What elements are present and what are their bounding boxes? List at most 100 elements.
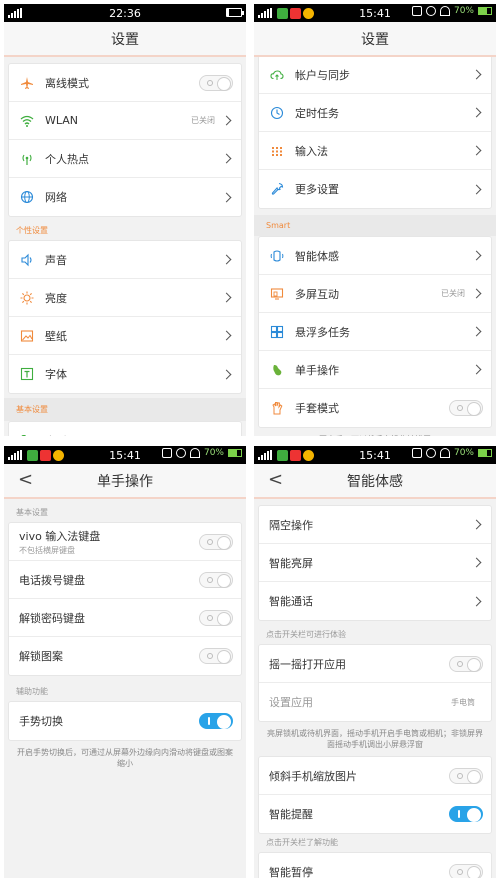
airplane-icon bbox=[19, 75, 35, 91]
battery-icon bbox=[478, 7, 492, 15]
settings-item-label: 壁纸 bbox=[45, 329, 67, 343]
settings-group-smart: 智能体感 多屏互动 已关闭 悬浮多任务 单手操作 手套模式 bbox=[258, 236, 492, 428]
section-header-try: 点击开关栏可进行体验 bbox=[266, 630, 346, 639]
smart-motion-screen: 15:41 70% < 智能体感 隔空操作 智能亮屏 智能通话 点击开关栏可进行… bbox=[254, 446, 496, 878]
wlan-status: 已关闭 bbox=[191, 116, 215, 125]
settings-item-shake-open-app[interactable]: 摇一摇打开应用 bbox=[259, 645, 491, 683]
smart-reminder-toggle[interactable] bbox=[449, 806, 483, 822]
settings-item-unlock-pin-keyboard[interactable]: 解锁密码键盘 bbox=[9, 599, 241, 637]
settings-item-unlock-pattern[interactable]: 解锁图案 bbox=[9, 637, 241, 675]
dialer-keyboard-toggle[interactable] bbox=[199, 571, 233, 588]
settings-item-airplane-mode[interactable]: 离线模式 bbox=[9, 64, 241, 102]
settings-item-scheduled-tasks[interactable]: 定时任务 bbox=[259, 94, 491, 132]
settings-item-glove-mode[interactable]: 手套模式 bbox=[259, 389, 491, 427]
status-time: 22:36 bbox=[109, 6, 141, 20]
settings-item-smart-wake[interactable]: 智能亮屏 bbox=[259, 544, 491, 582]
settings-item-more-settings[interactable]: 更多设置 bbox=[259, 170, 491, 208]
battery-icon bbox=[228, 449, 242, 457]
status-right-icons: 70% bbox=[411, 448, 492, 458]
smart-pause-toggle[interactable] bbox=[449, 864, 483, 878]
gesture-switch-note: 开启手势切换后，可通过从屏幕外边缘向内滑动将键盘或图案缩小 bbox=[17, 748, 233, 768]
wifi-icon bbox=[439, 448, 450, 458]
gesture-switch-toggle[interactable] bbox=[199, 713, 233, 729]
settings-item-label: 声音 bbox=[45, 253, 67, 267]
settings-group-more: 倾斜手机缩放图片 智能提醒 bbox=[258, 756, 492, 834]
unlock-pin-toggle[interactable] bbox=[199, 609, 233, 626]
settings-item-label: 电话 bbox=[45, 433, 223, 436]
page-title: 智能体感 bbox=[347, 473, 403, 490]
silent-icon bbox=[411, 448, 422, 458]
chevron-right-icon bbox=[471, 596, 482, 606]
settings-item-dialer-keyboard[interactable]: 电话拨号键盘 bbox=[9, 561, 241, 599]
shake-open-app-toggle[interactable] bbox=[449, 655, 483, 672]
wifi-icon bbox=[439, 6, 450, 16]
section-header-basic: 基本设置 bbox=[4, 398, 246, 421]
settings-item-gesture-switch[interactable]: 手势切换 bbox=[9, 702, 241, 740]
settings-item-tilt-zoom[interactable]: 倾斜手机缩放图片 bbox=[259, 757, 491, 795]
settings-item-wlan[interactable]: WLAN 已关闭 bbox=[9, 102, 241, 140]
settings-item-smart-motion[interactable]: 智能体感 bbox=[259, 237, 491, 275]
settings-item-label: 单手操作 bbox=[295, 363, 339, 377]
settings-item-label: 智能提醒 bbox=[269, 808, 313, 821]
title-bar: 设置 bbox=[4, 22, 246, 57]
settings-item-smart-reminder[interactable]: 智能提醒 bbox=[259, 795, 491, 833]
settings-item-account-sync[interactable]: 帐户与同步 bbox=[259, 56, 491, 94]
settings-item-network[interactable]: 网络 bbox=[9, 178, 241, 216]
settings-item-wallpaper[interactable]: 壁纸 bbox=[9, 317, 241, 355]
chevron-right-icon bbox=[221, 369, 232, 379]
settings-item-label: WLAN bbox=[45, 114, 79, 127]
settings-item-floating-multitask[interactable]: 悬浮多任务 bbox=[259, 313, 491, 351]
hotspot-icon bbox=[19, 151, 35, 167]
settings-item-input-method[interactable]: 输入法 bbox=[259, 132, 491, 170]
chevron-right-icon bbox=[471, 557, 482, 568]
glove-icon bbox=[269, 400, 285, 416]
settings-item-label: 电话拨号键盘 bbox=[19, 573, 85, 587]
tilt-zoom-toggle[interactable] bbox=[449, 767, 483, 784]
unlock-pattern-toggle[interactable] bbox=[199, 648, 233, 664]
settings-item-brightness[interactable]: 亮度 bbox=[9, 279, 241, 317]
settings-item-smart-pause[interactable]: 智能暂停 bbox=[259, 853, 491, 878]
status-bar: 15:41 70% bbox=[4, 446, 246, 464]
cloud-sync-icon bbox=[269, 67, 285, 83]
settings-group-system: 帐户与同步 定时任务 输入法 更多设置 bbox=[258, 55, 492, 209]
settings-item-phone[interactable]: 电话 bbox=[9, 422, 241, 436]
settings-item-label: vivo 输入法键盘 bbox=[19, 529, 101, 543]
settings-item-sound[interactable]: 声音 bbox=[9, 241, 241, 279]
float-task-icon bbox=[269, 324, 285, 340]
settings-item-air-gesture[interactable]: 隔空操作 bbox=[259, 506, 491, 544]
vivo-keyboard-toggle[interactable] bbox=[199, 533, 233, 550]
one-hand-operation-screen: 15:41 70% < 单手操作 基本设置 vivo 输入法键盘 不包括横屏键盘… bbox=[4, 446, 246, 878]
wallpaper-icon bbox=[19, 328, 35, 344]
glove-mode-toggle[interactable] bbox=[449, 400, 483, 416]
silent-icon bbox=[411, 6, 422, 16]
wrench-icon bbox=[269, 181, 285, 197]
settings-item-smart-call[interactable]: 智能通话 bbox=[259, 582, 491, 620]
multiscreen-icon bbox=[269, 286, 285, 302]
settings-item-multiscreen[interactable]: 多屏互动 已关闭 bbox=[259, 275, 491, 313]
settings-item-label: 隔空操作 bbox=[269, 518, 313, 532]
settings-group-basic: 电话 bbox=[8, 421, 242, 436]
settings-item-vivo-keyboard[interactable]: vivo 输入法键盘 不包括横屏键盘 bbox=[9, 523, 241, 561]
multiscreen-status: 已关闭 bbox=[441, 289, 465, 298]
settings-item-hotspot[interactable]: 个人热点 bbox=[9, 140, 241, 178]
one-hand-icon bbox=[269, 362, 285, 378]
keyboard-icon bbox=[269, 143, 285, 159]
settings-item-label: 智能亮屏 bbox=[269, 556, 313, 570]
clock-icon bbox=[269, 105, 285, 121]
settings-item-one-hand[interactable]: 单手操作 bbox=[259, 351, 491, 389]
chevron-right-icon bbox=[221, 330, 232, 341]
settings-group-assist: 手势切换 bbox=[8, 701, 242, 741]
battery-icon bbox=[226, 8, 244, 17]
chevron-right-icon bbox=[221, 153, 232, 164]
chevron-right-icon bbox=[471, 326, 482, 337]
back-button[interactable]: < bbox=[18, 470, 33, 490]
airplane-mode-toggle[interactable] bbox=[199, 74, 233, 91]
status-bar: 22:36 bbox=[4, 4, 246, 22]
speaker-icon bbox=[19, 252, 35, 268]
settings-group-keyboards: vivo 输入法键盘 不包括横屏键盘 电话拨号键盘 解锁密码键盘 解锁图案 bbox=[8, 522, 242, 676]
settings-item-set-app[interactable]: 设置应用 手电筒 bbox=[259, 683, 491, 721]
settings-item-label: 亮度 bbox=[45, 291, 67, 305]
back-button[interactable]: < bbox=[268, 470, 283, 490]
page-title: 设置 bbox=[111, 31, 139, 48]
settings-item-font[interactable]: 字体 bbox=[9, 355, 241, 393]
